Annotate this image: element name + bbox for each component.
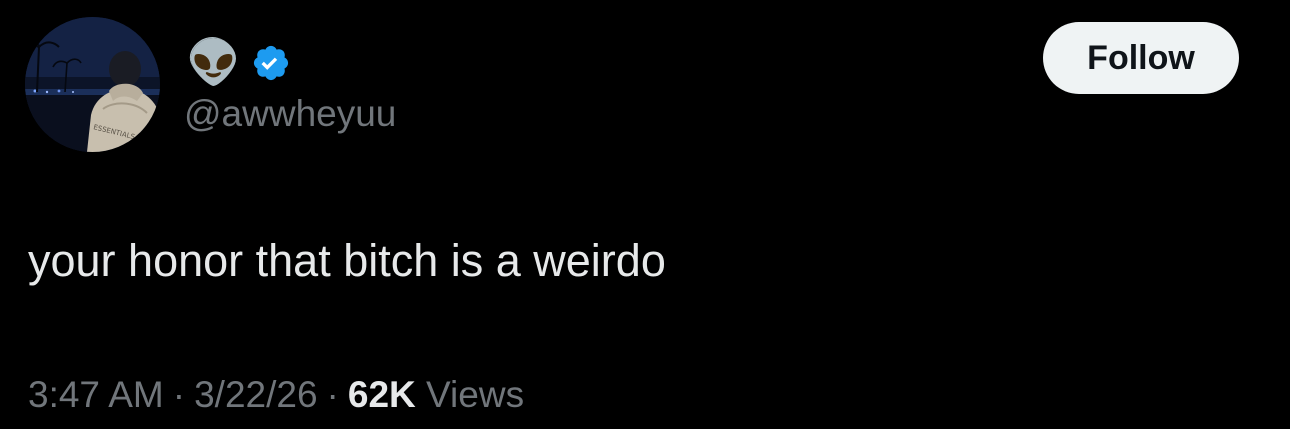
alien-emoji-icon: 👽 <box>186 37 241 88</box>
avatar-image: ESSENTIALS <box>25 17 160 152</box>
tweet-date[interactable]: 3/22/26 <box>194 374 317 415</box>
verified-badge-icon[interactable] <box>251 43 291 83</box>
follow-button[interactable]: Follow <box>1043 22 1239 94</box>
tweet-metadata: 3:47 AM · 3/22/26 · 62K Views <box>28 372 524 418</box>
tweet-time[interactable]: 3:47 AM <box>28 374 164 415</box>
meta-separator: · <box>172 374 186 415</box>
meta-separator: · <box>326 374 339 415</box>
views-count[interactable]: 62K <box>348 374 416 415</box>
views-label[interactable]: Views <box>426 374 524 415</box>
display-name[interactable]: 👽 <box>186 38 291 88</box>
tweet-text: your honor that bitch is a weirdo <box>28 235 666 286</box>
tweet-card: ESSENTIALS 👽 @awwheyuu Follow your honor… <box>0 0 1290 429</box>
user-handle[interactable]: @awwheyuu <box>184 92 396 136</box>
avatar[interactable]: ESSENTIALS <box>25 17 160 152</box>
